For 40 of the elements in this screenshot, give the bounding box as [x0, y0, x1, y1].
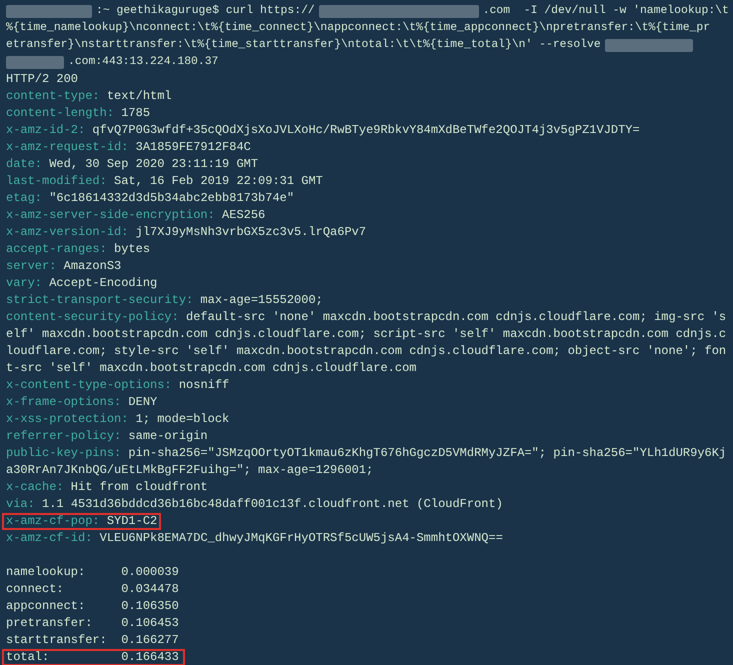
header-line: x-amz-version-id: jl7XJ9yMsNh3vrbGX5zc3v5.lrQa6Pv7	[6, 225, 366, 239]
timing-label: starttransfer:	[6, 632, 108, 649]
header-line: content-length: 1785	[6, 106, 150, 120]
header-line: server: AmazonS3	[6, 259, 122, 273]
header-line: content-type: text/html	[6, 89, 172, 103]
header-line: date: Wed, 30 Sep 2020 23:11:19 GMT	[6, 157, 258, 171]
timing-label: connect:	[6, 581, 65, 598]
header-line: x-amz-cf-id: VLEU6NPk8EMA7DC_dhwyJMqKGFrHyOTRSf5cUW5jsA4-SmmhtOXWNQ==	[6, 531, 503, 545]
timing-value: 0.166277	[121, 632, 179, 649]
timing-value: 0.106453	[121, 615, 179, 632]
header-line: accept-ranges: bytes	[6, 242, 150, 256]
timing-label: total:	[6, 651, 50, 664]
timing-value: 0.106350	[121, 598, 179, 615]
header-line: x-frame-options: DENY	[6, 395, 158, 409]
header-line: referrer-policy: same-origin	[6, 429, 208, 443]
header-line: etag: "6c18614332d3d5b34abc2ebb8173b74e"	[6, 191, 294, 205]
header-line: via: 1.1 4531d36bddcd36b16bc48daff001c13f.cloudfront.net (CloudFront)	[6, 497, 503, 511]
timing-value: 0.166433	[121, 651, 179, 664]
status-line: HTTP/2 200	[6, 71, 78, 88]
header-line: strict-transport-security: max-age=15552000;	[6, 293, 323, 307]
header-line: public-key-pins: pin-sha256="JSMzqOOrtyOT1kmau6zKhgT676hGgczD5VMdRMyJZFA="; pin-sha256="YLh1dUR9y6Kja30RrAn7JKnbQG/uEtLMkBgFF2Fuihg="; max-age=1296001;	[6, 446, 726, 477]
command-text: %{time_namelookup}\nconnect:\t%{time_connect}\nappconnect:\t%{time_appconnect}\npretransfer:\t%{time_pr	[6, 20, 710, 36]
header-line: x-cache: Hit from cloudfront	[6, 480, 208, 494]
header-line: x-amz-server-side-encryption: AES256	[6, 208, 266, 222]
command-text: etransfer}\nstarttransfer:\t%{time_starttransfer}\ntotal:\t\t%{time_total}\n' --resolve	[6, 38, 601, 53]
header-line: x-amz-id-2: qfvQ7P0G3wfdf+35cQOdXjsXoJVLXoHc/RwBTye9RbkvY84mXdBeTWfe2QOJT4j3v5gPZ1VJDTY=	[6, 123, 640, 137]
header-line: x-xss-protection: 1; mode=block	[6, 412, 230, 426]
header-line: vary: Accept-Encoding	[6, 276, 158, 290]
timing-label: appconnect:	[6, 598, 86, 615]
redacted-block	[6, 56, 64, 69]
timing-label: pretransfer:	[6, 615, 94, 632]
timing-value: 0.034478	[121, 581, 179, 598]
command-text: :~ geethikaguruge$ curl https://	[96, 4, 315, 19]
header-line: x-content-type-options: nosniff	[6, 378, 230, 392]
command-text: .com -I /dev/null -w 'namelookup:\t	[482, 4, 729, 19]
command-text: .com:443:13.224.180.37	[68, 55, 218, 70]
timing-label: namelookup:	[6, 564, 86, 581]
header-line: x-amz-request-id: 3A1859FE7912F84C	[6, 140, 251, 154]
timing-value: 0.000039	[121, 564, 179, 581]
header-line: last-modified: Sat, 16 Feb 2019 22:09:31 GMT	[6, 174, 323, 188]
